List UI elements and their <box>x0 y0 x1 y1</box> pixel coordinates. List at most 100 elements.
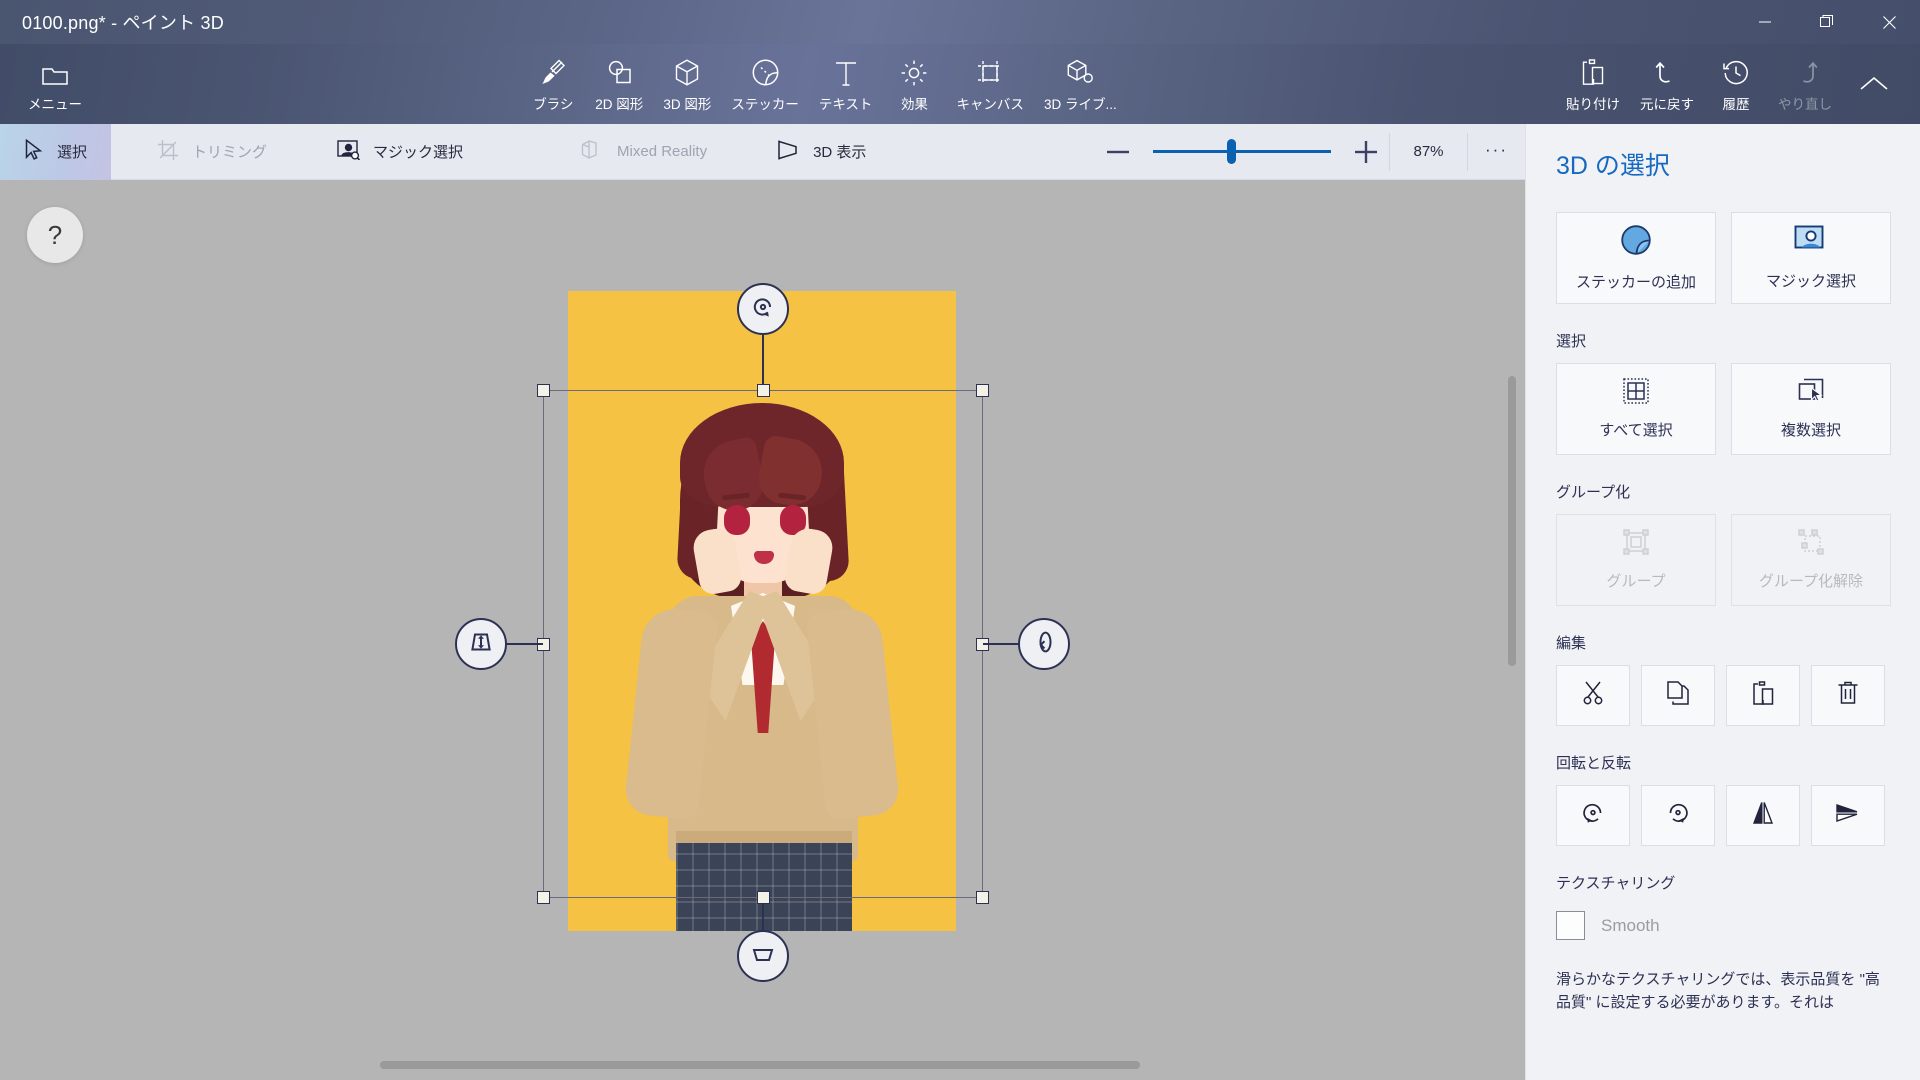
3d-library-icon <box>1067 56 1094 86</box>
help-button[interactable]: ? <box>27 207 83 263</box>
selection-handle-bottom-left[interactable] <box>537 891 550 904</box>
ribbon-item-3d-library[interactable]: 3D ライブ... <box>1034 44 1127 124</box>
rotate-x-gizmo[interactable] <box>455 618 507 670</box>
magic-select-icon <box>337 139 361 164</box>
canvas-area[interactable]: ? <box>0 180 1525 1080</box>
selection-handle-top-left[interactable] <box>537 384 550 397</box>
vertical-scrollbar[interactable] <box>1508 376 1516 666</box>
button-label: グループ化解除 <box>1758 573 1864 590</box>
canvas-icon <box>977 56 1003 86</box>
zoom-slider[interactable] <box>1153 139 1331 164</box>
ribbon-item-canvas[interactable]: キャンバス <box>946 44 1034 124</box>
ribbon-item-stickers[interactable]: ステッカー <box>721 44 809 124</box>
subbar-item-crop[interactable]: トリミング <box>133 124 291 180</box>
ribbon-item-shapes-3d[interactable]: 3D 図形 <box>653 44 721 124</box>
scale-gizmo[interactable] <box>737 930 789 982</box>
mixed-reality-icon <box>581 139 604 164</box>
properties-panel: 3D の選択 ステッカーの追加 マジック選択 選択 すべて選択 複数選択 グルー… <box>1525 124 1920 1080</box>
flip-vertical-icon <box>1835 801 1861 830</box>
rotate-x-icon <box>468 629 494 660</box>
ungroup-icon <box>1798 529 1824 559</box>
ribbon-item-paste[interactable]: 貼り付け <box>1556 44 1630 124</box>
cut-button[interactable] <box>1556 665 1630 726</box>
smooth-checkbox-label: Smooth <box>1601 915 1660 935</box>
ribbon-item-label: メニュー <box>28 96 82 112</box>
subbar-item-label: トリミング <box>192 144 268 161</box>
subbar-item-magic-select[interactable]: マジック選択 <box>313 124 487 180</box>
ribbon-item-label: ブラシ <box>533 96 574 112</box>
select-all-icon <box>1623 378 1649 408</box>
zoom-in-icon[interactable] <box>1343 124 1389 180</box>
copy-button[interactable] <box>1641 665 1715 726</box>
subbar-item-label: 選択 <box>57 144 88 161</box>
rotate-z-gizmo[interactable] <box>737 283 789 335</box>
rotate-flip-buttons <box>1556 785 1920 846</box>
selection-handle-top-right[interactable] <box>976 384 989 397</box>
delete-button[interactable] <box>1811 665 1885 726</box>
selection-handle-bottom-right[interactable] <box>976 891 989 904</box>
button-label: グループ <box>1606 573 1666 590</box>
selection-bounding-box[interactable] <box>537 384 989 904</box>
zoom-out-icon[interactable] <box>1095 124 1141 180</box>
subbar-item-mixed-reality[interactable]: Mixed Reality <box>557 124 731 180</box>
subbar-item-3d-view[interactable]: 3D 表示 <box>753 124 890 180</box>
ribbon-item-menu[interactable]: メニュー <box>18 44 92 124</box>
panel-top-buttons: ステッカーの追加 マジック選択 <box>1556 212 1920 304</box>
cursor-arrow-icon <box>24 138 44 165</box>
gizmo-connector-bottom <box>762 903 764 933</box>
window-controls <box>1734 0 1920 44</box>
magic-select-button[interactable]: マジック選択 <box>1731 212 1891 304</box>
ribbon-item-redo[interactable]: やり直し <box>1768 44 1842 124</box>
minimize-icon[interactable] <box>1734 0 1796 44</box>
gizmo-connector-right <box>983 643 1021 645</box>
flip-vertical-button[interactable] <box>1811 785 1885 846</box>
ribbon-collapse-button[interactable] <box>1842 44 1906 124</box>
window-title: 0100.png* - ペイント 3D <box>22 13 224 33</box>
scissors-cut-icon <box>1582 681 1604 710</box>
ribbon-item-brushes[interactable]: ブラシ <box>521 44 585 124</box>
ribbon-item-effects[interactable]: 効果 <box>882 44 946 124</box>
subbar-item-label: Mixed Reality <box>617 143 708 160</box>
select-all-button[interactable]: すべて選択 <box>1556 363 1716 455</box>
texturing-note: 滑らかなテクスチャリングでは、表示品質を "高品質" に設定する必要があります。… <box>1556 971 1880 1012</box>
group-icon <box>1623 529 1649 559</box>
subbar-item-select[interactable]: 選択 <box>0 123 112 180</box>
smooth-checkbox[interactable] <box>1556 911 1585 940</box>
ribbon-item-shapes-2d[interactable]: 2D 図形 <box>585 44 653 124</box>
multi-select-button[interactable]: 複数選択 <box>1731 363 1891 455</box>
ribbon-item-label: キャンバス <box>956 96 1024 112</box>
ribbon-item-label: 効果 <box>900 96 928 112</box>
add-sticker-button[interactable]: ステッカーの追加 <box>1556 212 1716 304</box>
paste-button[interactable] <box>1726 665 1800 726</box>
flip-horizontal-button[interactable] <box>1726 785 1800 846</box>
button-label: 複数選択 <box>1780 422 1841 439</box>
horizontal-scrollbar[interactable] <box>380 1061 1140 1069</box>
rotate-left-icon <box>1580 800 1606 831</box>
flip-horizontal-icon <box>1750 801 1776 830</box>
rotate-y-gizmo[interactable] <box>1018 618 1070 670</box>
add-sticker-icon <box>1620 224 1652 260</box>
copy-icon <box>1667 681 1689 710</box>
rotate-right-button[interactable] <box>1641 785 1715 846</box>
gizmo-connector-top <box>762 335 764 384</box>
selection-handle-top-center[interactable] <box>757 384 770 397</box>
smooth-checkbox-row[interactable]: Smooth <box>1556 911 1920 940</box>
rotate-left-button[interactable] <box>1556 785 1630 846</box>
trash-delete-icon <box>1837 681 1859 710</box>
ribbon-item-text[interactable]: テキスト <box>809 44 883 124</box>
zoom-slider-thumb[interactable] <box>1227 139 1236 164</box>
ribbon-item-label: 2D 図形 <box>595 96 644 112</box>
more-options-button[interactable]: ··· <box>1467 132 1525 171</box>
title-bar: 0100.png* - ペイント 3D <box>0 0 1920 44</box>
button-label: すべて選択 <box>1599 422 1673 439</box>
restore-icon[interactable] <box>1796 0 1858 44</box>
paste-icon <box>1752 681 1774 710</box>
zoom-percent-label[interactable]: 87% <box>1389 132 1467 171</box>
edit-buttons <box>1556 665 1920 726</box>
ungroup-button[interactable]: グループ化解除 <box>1731 514 1891 606</box>
group-button[interactable]: グループ <box>1556 514 1716 606</box>
ribbon-item-label: 履歴 <box>1722 96 1750 112</box>
close-icon[interactable] <box>1858 0 1920 44</box>
ribbon-item-undo[interactable]: 元に戻す <box>1630 44 1704 124</box>
ribbon-item-history[interactable]: 履歴 <box>1704 44 1768 124</box>
